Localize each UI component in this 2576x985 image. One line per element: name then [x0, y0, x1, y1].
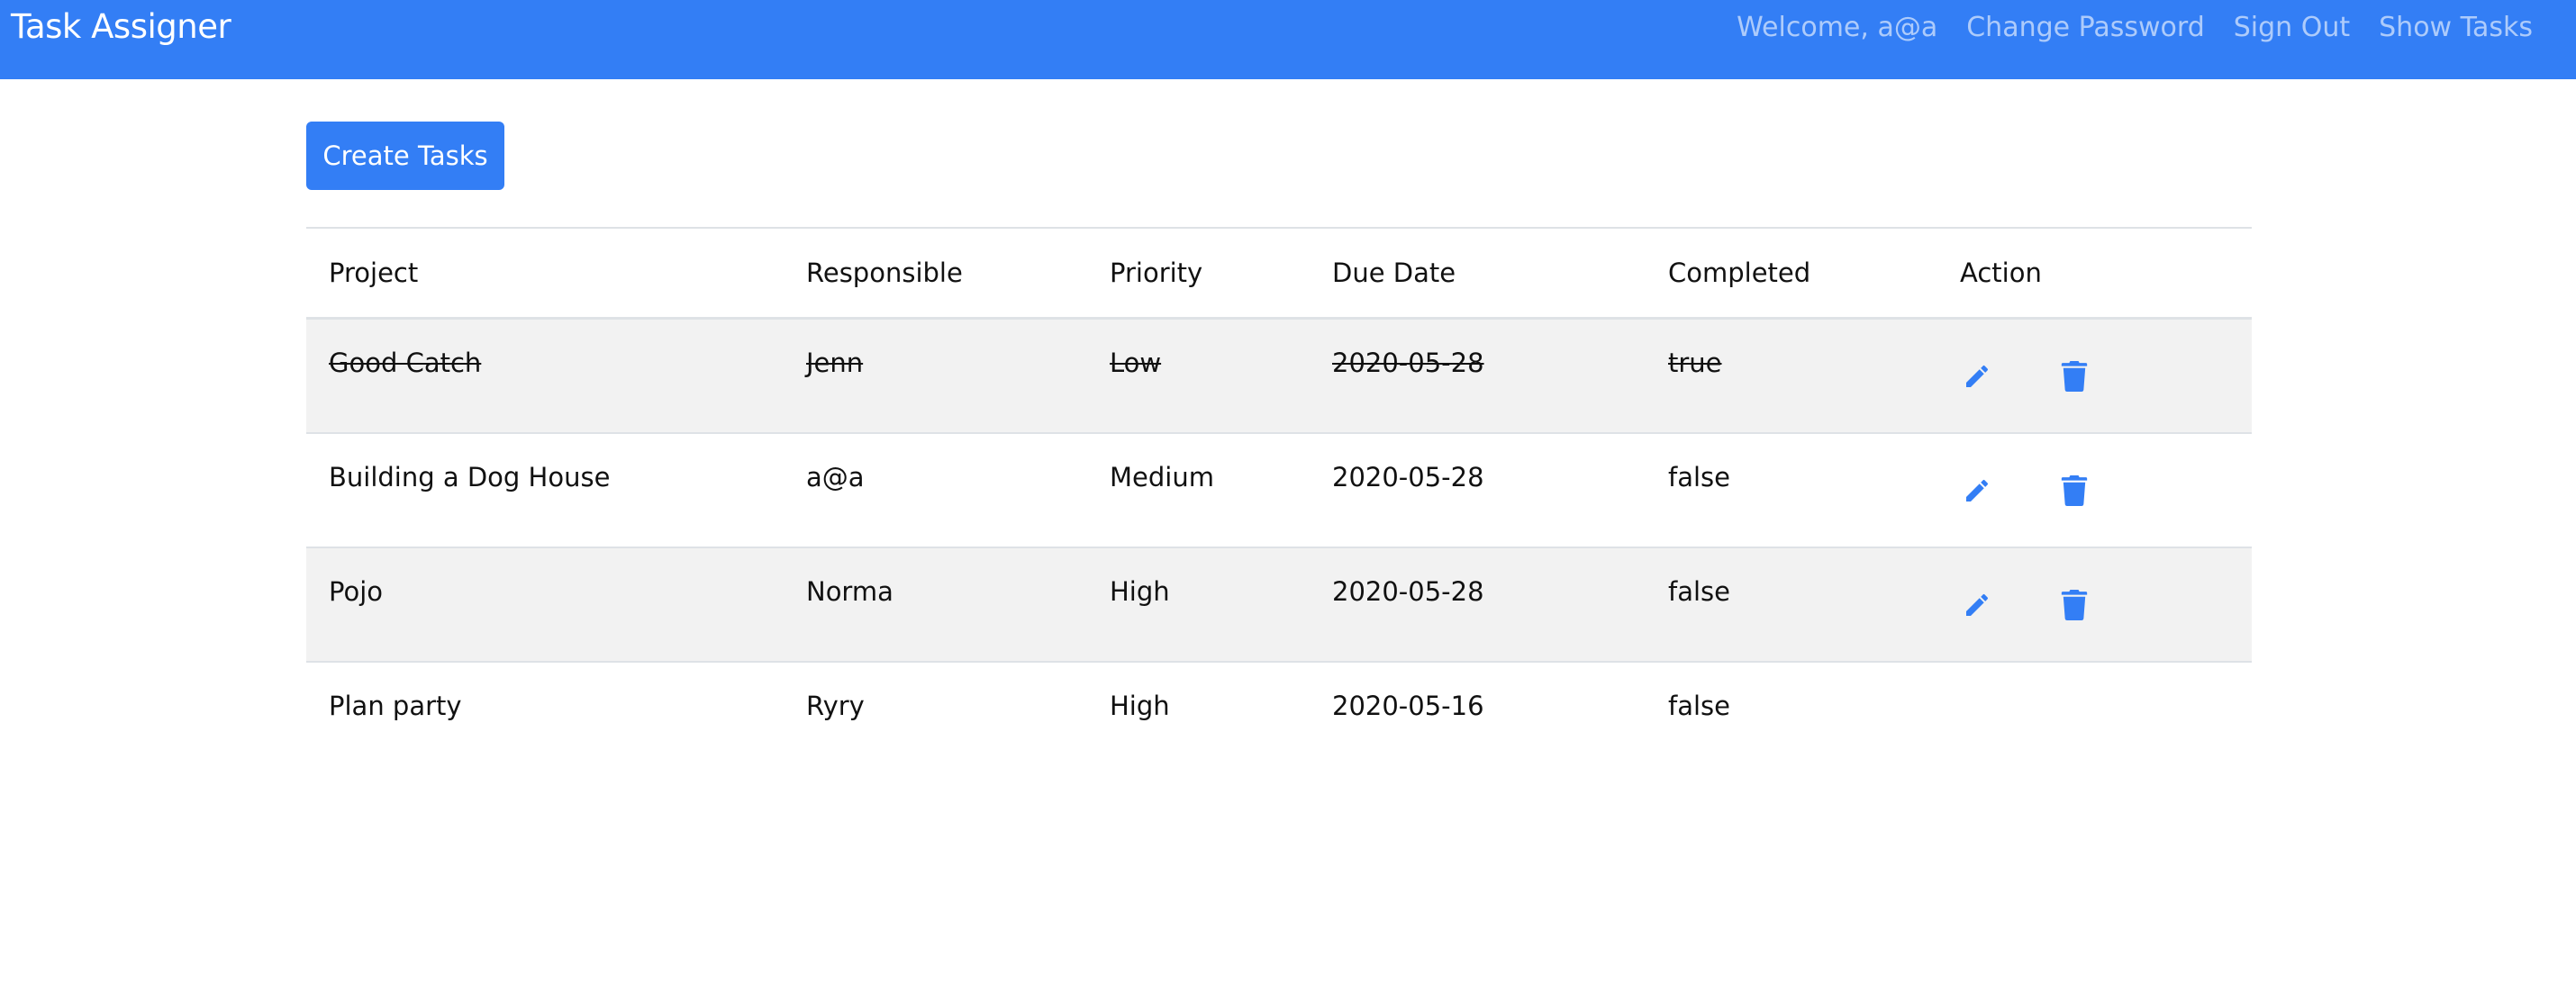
nav-links: Welcome, a@a Change Password Sign Out Sh…: [1737, 7, 2533, 49]
pencil-icon[interactable]: [1960, 474, 1994, 508]
cell-due-date: 2020-05-16: [1310, 661, 1646, 775]
sign-out-link[interactable]: Sign Out: [2234, 7, 2350, 49]
cell-project: Building a Dog House: [306, 432, 784, 547]
cell-project: Good Catch: [306, 317, 784, 433]
cell-action: [1937, 432, 2252, 547]
header-due-date: Due Date: [1310, 227, 1646, 320]
cell-project-text: Building a Dog House: [329, 462, 611, 492]
cell-due-date: 2020-05-28: [1310, 317, 1646, 433]
header-completed: Completed: [1646, 227, 1937, 320]
table-body: Good Catch Jenn Low 2020-05-28 true Building …: [306, 317, 2252, 775]
header-priority: Priority: [1087, 227, 1310, 320]
pencil-icon[interactable]: [1960, 359, 1994, 393]
cell-completed: false: [1646, 661, 1937, 775]
cell-completed: true: [1646, 317, 1937, 433]
cell-responsible: a@a: [784, 432, 1087, 547]
cell-action: [1937, 317, 2252, 433]
welcome-text: Welcome, a@a: [1737, 12, 1938, 43]
cell-priority-text: Medium: [1110, 462, 1214, 492]
cell-action: [1937, 661, 2252, 775]
cell-responsible: Norma: [784, 547, 1087, 662]
cell-due-date-text: 2020-05-28: [1332, 576, 1484, 607]
table-row: Pojo Norma High 2020-05-28 false: [306, 547, 2252, 662]
cell-completed: false: [1646, 547, 1937, 662]
table-row: Plan party Ryry High 2020-05-16 false: [306, 661, 2252, 775]
tasks-table-container: Project Responsible Priority Due Date Co…: [306, 227, 2252, 775]
cell-responsible-text: a@a: [806, 462, 865, 492]
row-actions: [1960, 548, 2252, 622]
row-actions: [1960, 434, 2252, 508]
row-actions: [1960, 320, 2252, 393]
cell-completed-text: false: [1668, 576, 1730, 607]
table-header-row: Project Responsible Priority Due Date Co…: [306, 227, 2252, 320]
cell-completed-text: true: [1668, 348, 1722, 378]
trash-icon[interactable]: [2057, 474, 2091, 508]
change-password-link[interactable]: Change Password: [1966, 7, 2205, 49]
cell-completed: false: [1646, 432, 1937, 547]
cell-responsible: Ryry: [784, 661, 1087, 775]
cell-project: Pojo: [306, 547, 784, 662]
top-navbar: Task Assigner Welcome, a@a Change Passwo…: [0, 0, 2576, 79]
trash-icon[interactable]: [2057, 359, 2091, 393]
cell-priority-text: High: [1110, 691, 1170, 721]
cell-completed-text: false: [1668, 691, 1730, 721]
cell-action: [1937, 547, 2252, 662]
create-tasks-button[interactable]: Create Tasks: [306, 122, 504, 190]
pencil-icon[interactable]: [1960, 588, 1994, 622]
cell-responsible-text: Ryry: [806, 691, 865, 721]
cell-responsible: Jenn: [784, 317, 1087, 433]
trash-icon[interactable]: [2057, 588, 2091, 622]
app-brand[interactable]: Task Assigner: [11, 5, 231, 49]
cell-project-text: Good Catch: [329, 348, 482, 378]
table-row: Good Catch Jenn Low 2020-05-28 true: [306, 317, 2252, 433]
cell-project-text: Plan party: [329, 691, 462, 721]
cell-priority-text: Low: [1110, 348, 1162, 378]
cell-completed-text: false: [1668, 462, 1730, 492]
cell-project: Plan party: [306, 661, 784, 775]
show-tasks-link[interactable]: Show Tasks: [2379, 7, 2533, 49]
cell-responsible-text: Jenn: [806, 348, 864, 378]
cell-due-date-text: 2020-05-28: [1332, 462, 1484, 492]
cell-priority: Medium: [1087, 432, 1310, 547]
cell-due-date-text: 2020-05-16: [1332, 691, 1484, 721]
header-action: Action: [1937, 227, 2252, 320]
cell-priority: High: [1087, 547, 1310, 662]
cell-project-text: Pojo: [329, 576, 383, 607]
tasks-table: Project Responsible Priority Due Date Co…: [306, 227, 2252, 775]
header-responsible: Responsible: [784, 227, 1087, 320]
cell-due-date: 2020-05-28: [1310, 547, 1646, 662]
cell-priority-text: High: [1110, 576, 1170, 607]
cell-due-date: 2020-05-28: [1310, 432, 1646, 547]
cell-due-date-text: 2020-05-28: [1332, 348, 1484, 378]
cell-priority: Low: [1087, 317, 1310, 433]
cell-priority: High: [1087, 661, 1310, 775]
header-project: Project: [306, 227, 784, 320]
cell-responsible-text: Norma: [806, 576, 893, 607]
table-row: Building a Dog House a@a Medium 2020-05-28 f…: [306, 432, 2252, 547]
